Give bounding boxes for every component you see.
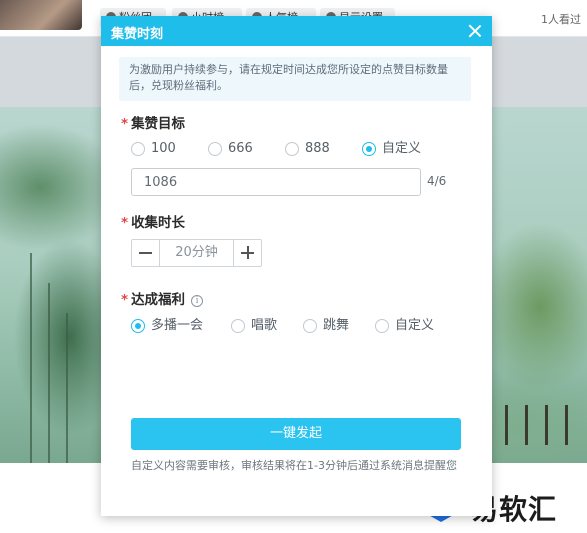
bamboo-stalk	[66, 313, 68, 463]
radio-dot	[208, 142, 222, 156]
fence-post	[565, 405, 568, 445]
plus-button[interactable]	[233, 240, 261, 266]
radio-dot	[303, 319, 317, 333]
dialog-title: 集赞时刻	[111, 27, 164, 42]
section-title-target: * 集赞目标	[121, 116, 186, 132]
duration-stepper: 20分钟	[131, 239, 262, 267]
radio-dot	[131, 142, 145, 156]
bamboo-stalk	[30, 253, 32, 463]
info-icon[interactable]: i	[191, 295, 204, 307]
dialog-header: 集赞时刻	[101, 16, 492, 46]
section-title-duration: * 收集时长	[121, 215, 186, 231]
target-custom-input[interactable]	[131, 168, 421, 196]
radio-dot	[362, 142, 376, 156]
review-footnote: 自定义内容需要审核，审核结果将在1-3分钟后通过系统消息提醒您	[131, 459, 457, 472]
fence-post	[545, 405, 548, 445]
bamboo-stalk	[48, 283, 50, 463]
radio-dot	[285, 142, 299, 156]
fence-post	[505, 405, 508, 445]
close-icon[interactable]	[466, 22, 484, 40]
launch-button[interactable]: 一键发起	[131, 418, 461, 450]
minus-button[interactable]	[132, 240, 160, 266]
radio-dot	[375, 319, 389, 333]
notice-box: 为激励用户持续参与，请在规定时间达成您所设定的点赞目标数量后，兑现粉丝福利。	[119, 57, 471, 101]
section-title-reward: * 达成福利 i	[121, 288, 204, 308]
viewer-count: 1人看过	[541, 13, 581, 26]
duration-value: 20分钟	[175, 245, 218, 260]
like-goal-dialog: 集赞时刻 为激励用户持续参与，请在规定时间达成您所设定的点赞目标数量后，兑现粉丝…	[101, 16, 492, 516]
fence-post	[525, 405, 528, 445]
radio-dot	[131, 319, 145, 333]
radio-dot	[231, 319, 245, 333]
streamer-thumbnail[interactable]	[0, 0, 82, 30]
char-counter: 4/6	[427, 174, 447, 188]
